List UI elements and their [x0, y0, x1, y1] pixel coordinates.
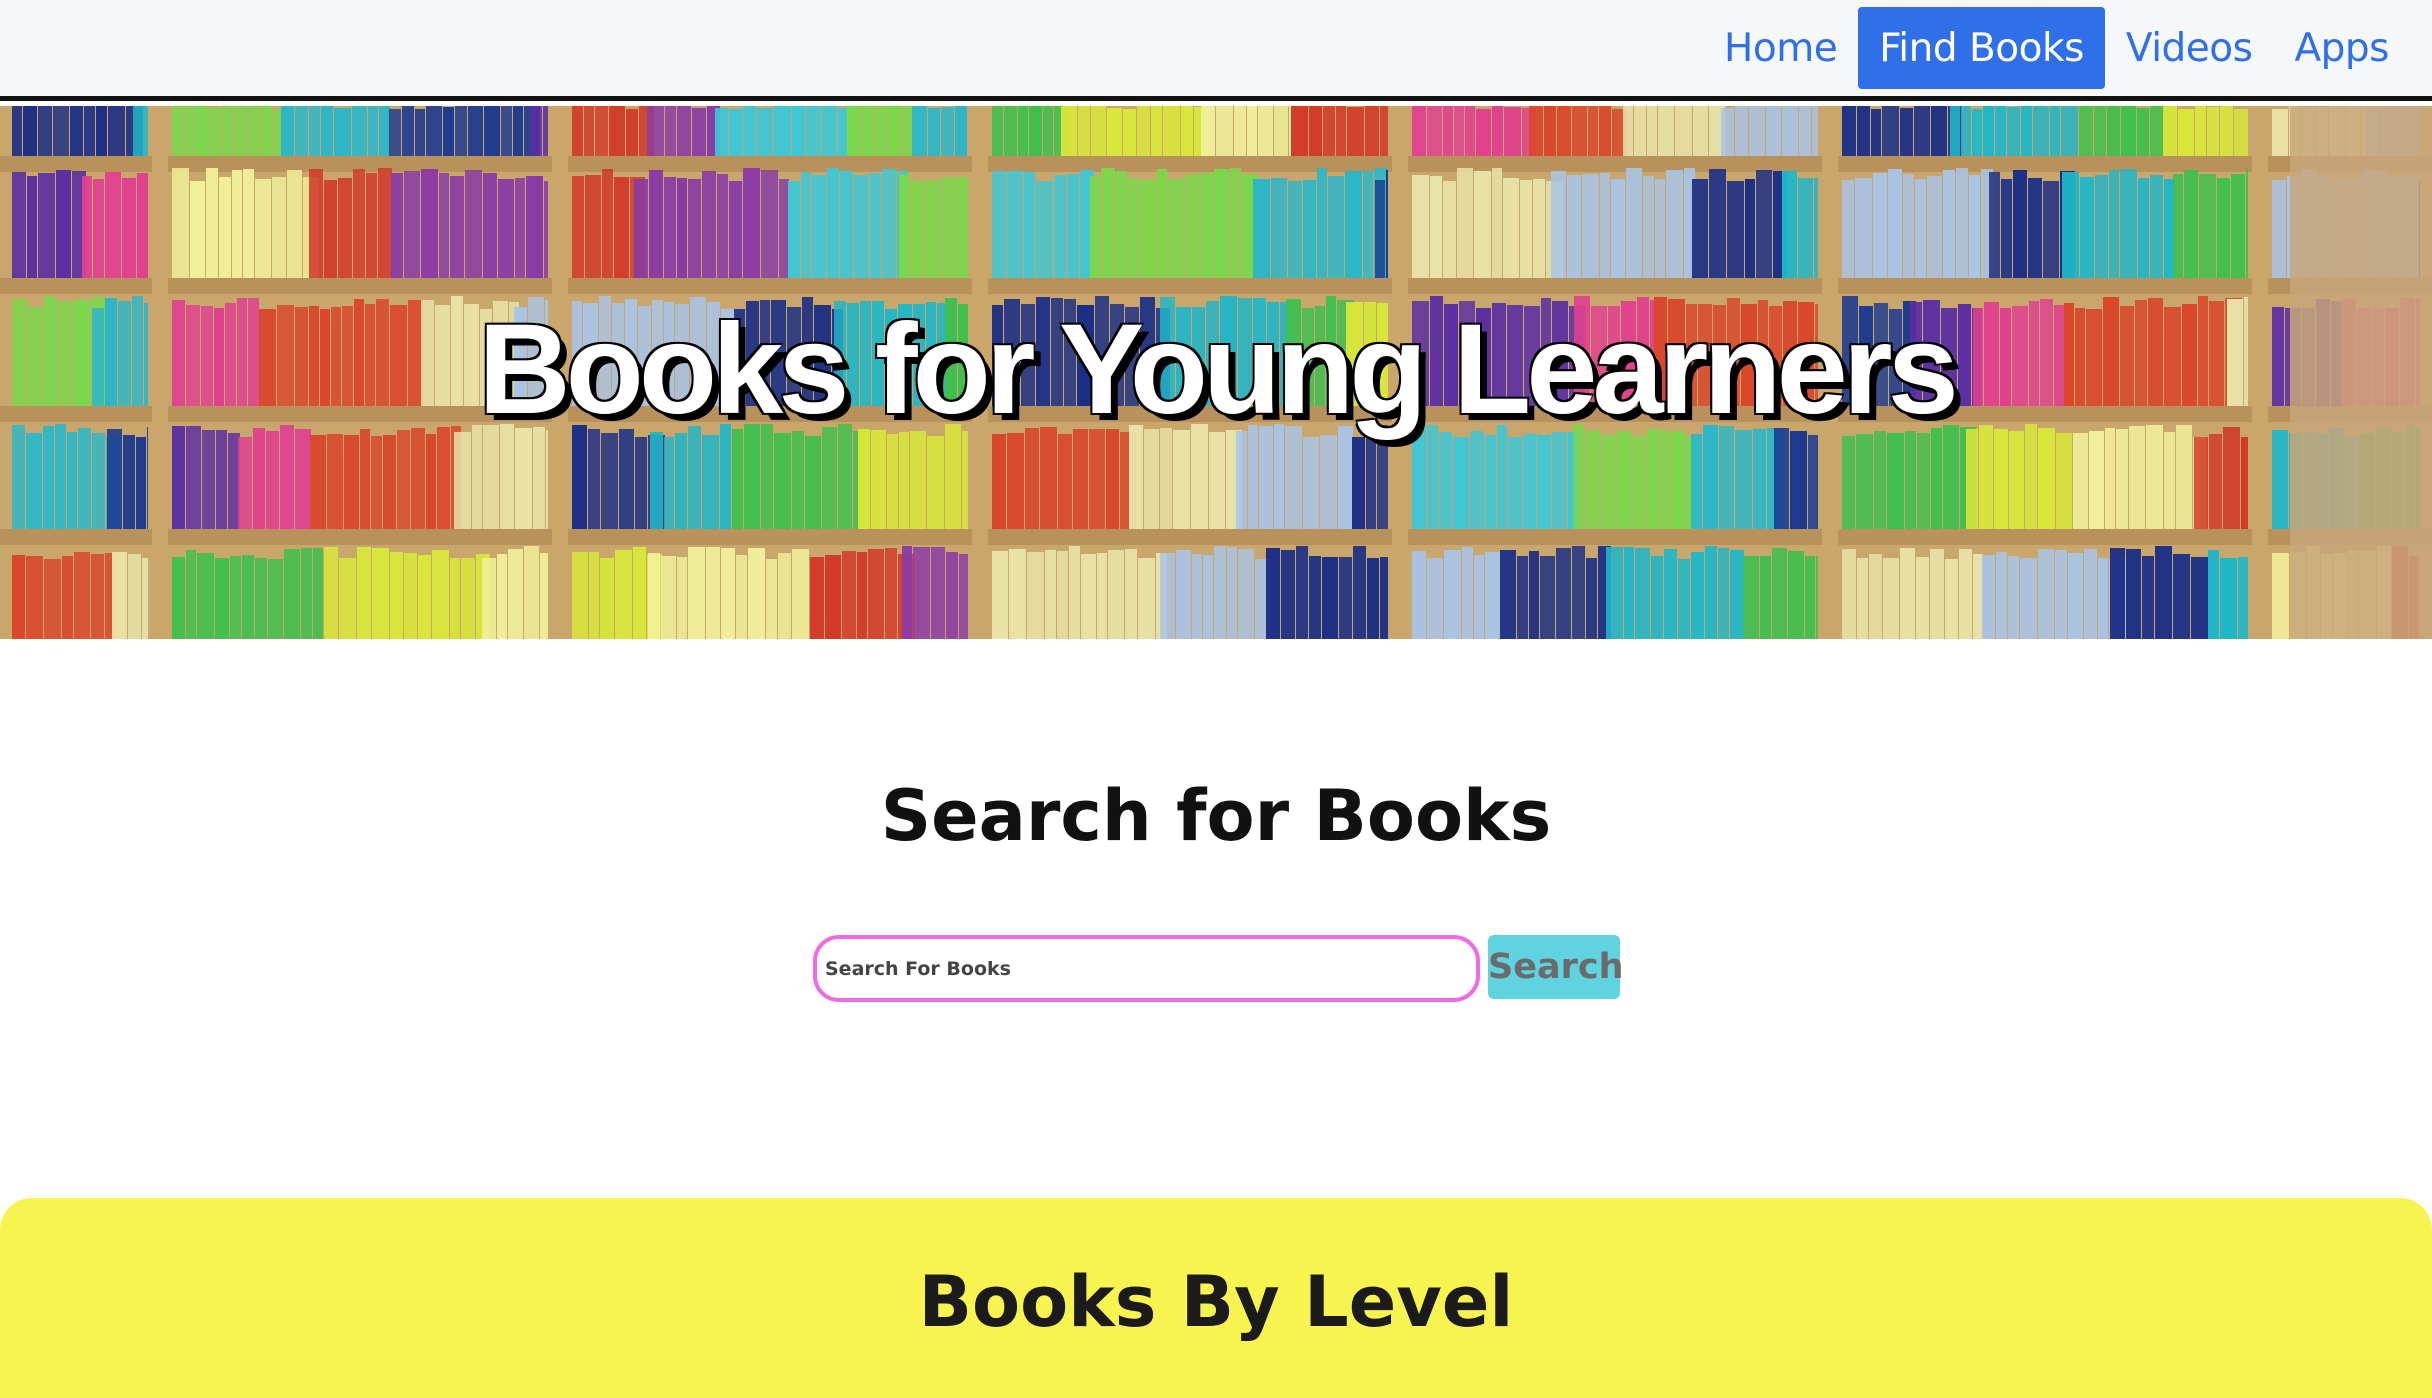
books-by-level-title: Books By Level [918, 1261, 1514, 1343]
nav-link-home[interactable]: Home [1703, 7, 1858, 89]
nav-link-find-books[interactable]: Find Books [1858, 7, 2105, 89]
search-input[interactable] [813, 935, 1480, 1002]
books-by-level-section: Books By Level [0, 1198, 2432, 1398]
search-form: Search [813, 935, 1624, 1005]
nav-link-videos[interactable]: Videos [2105, 7, 2274, 89]
search-button[interactable]: Search [1488, 935, 1624, 999]
nav-link-apps[interactable]: Apps [2273, 7, 2410, 89]
hero-banner: Books for Young Learners [0, 106, 2432, 639]
search-section-title: Search for Books [880, 775, 1552, 857]
top-navbar: Home Find Books Videos Apps [0, 0, 2432, 101]
nav-menu: Home Find Books Videos Apps [1703, 7, 2410, 89]
hero-title: Books for Young Learners [478, 298, 1959, 441]
